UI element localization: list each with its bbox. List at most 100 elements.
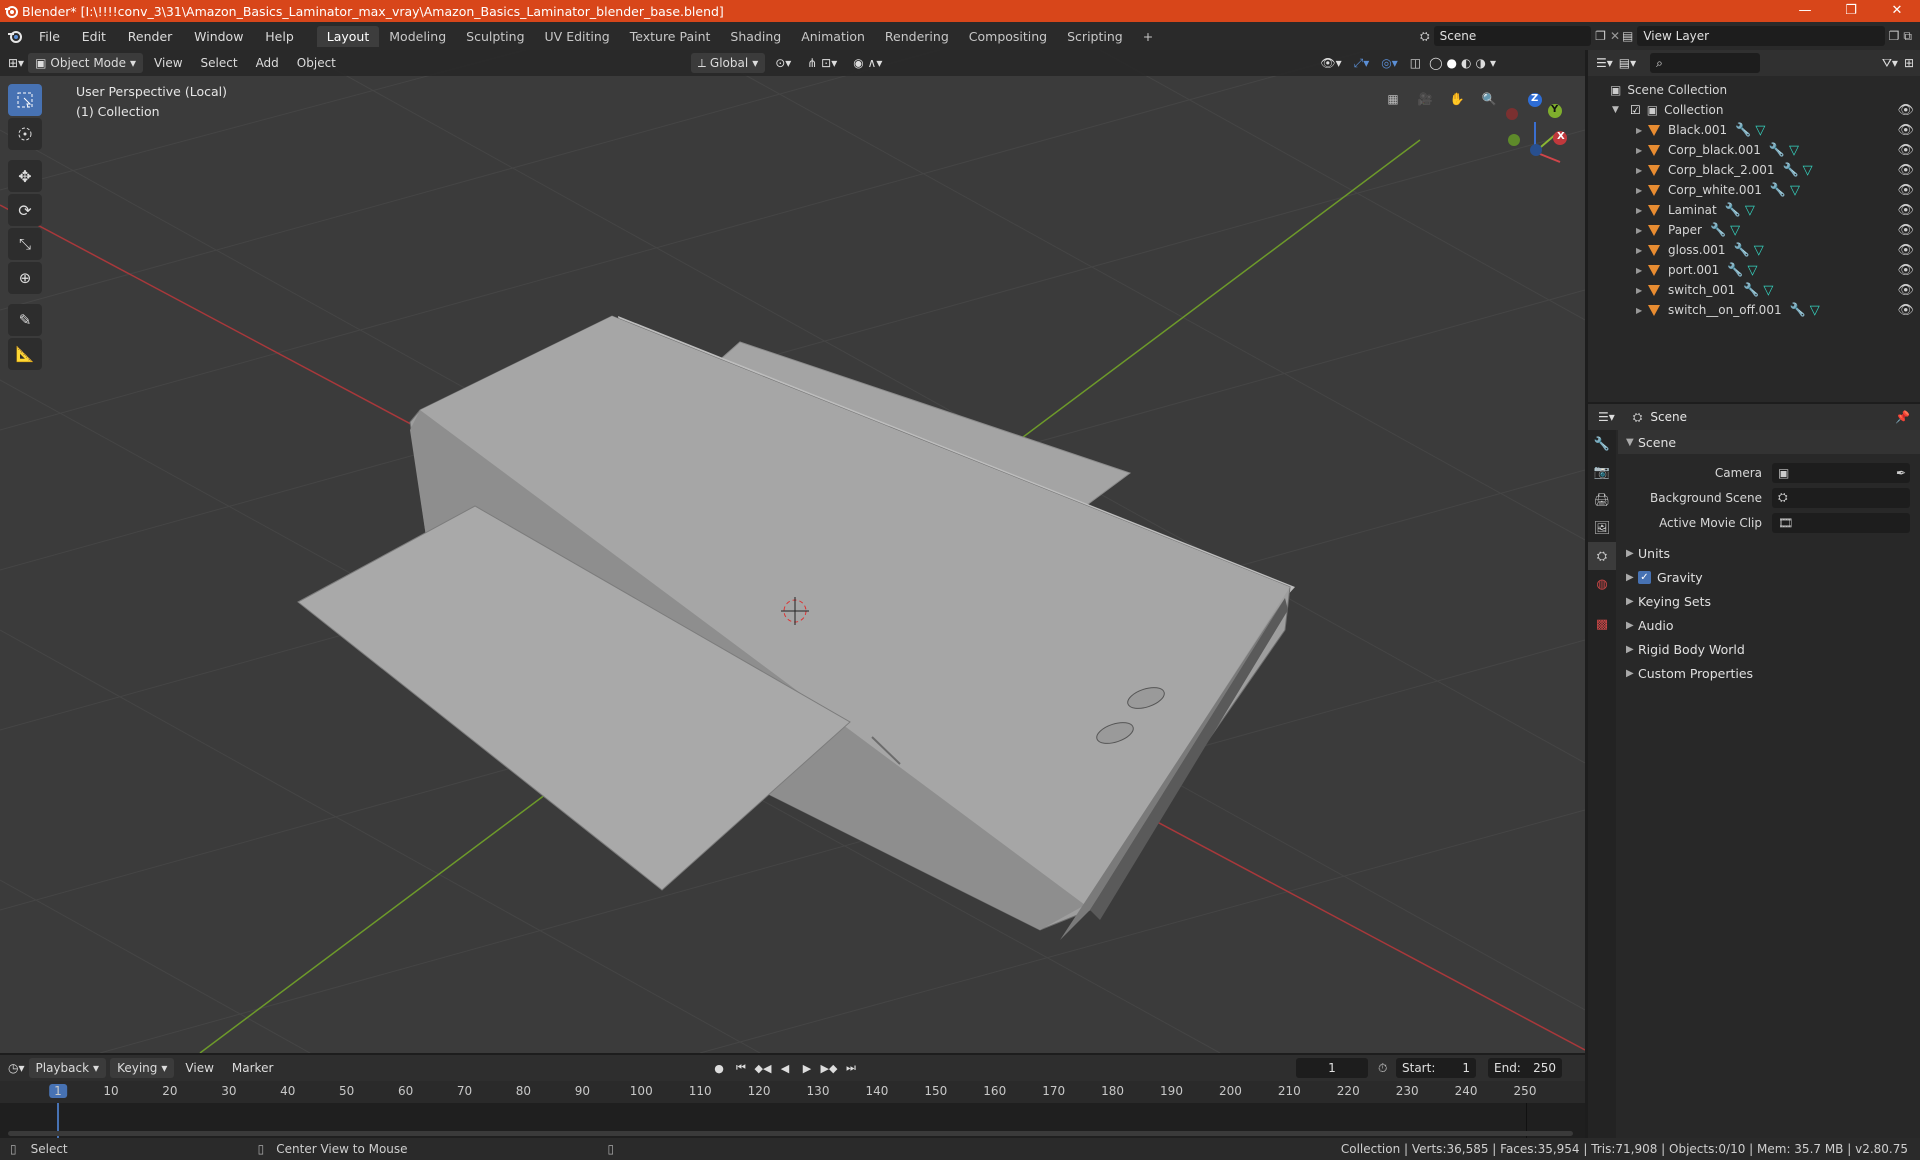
eye-icon[interactable]: 👁 bbox=[1897, 243, 1914, 258]
modifier-wrench-icon[interactable]: 🔧 bbox=[1734, 243, 1750, 258]
gravity-checkbox[interactable]: ✓ bbox=[1638, 570, 1651, 584]
close-button[interactable]: ✕ bbox=[1874, 0, 1920, 22]
mesh-data-icon[interactable]: ▽ bbox=[1790, 183, 1800, 198]
maximize-button[interactable]: ❐ bbox=[1828, 0, 1874, 22]
scene-collection-row[interactable]: ▣ Scene Collection bbox=[1588, 80, 1920, 100]
blender-menu-icon[interactable] bbox=[0, 28, 30, 44]
outliner-item[interactable]: ▶ switch_001 🔧 ▽ 👁 bbox=[1588, 280, 1920, 300]
expand-arrow-icon[interactable]: ▼ bbox=[1612, 105, 1624, 115]
eye-icon[interactable]: 👁 bbox=[1897, 263, 1914, 278]
frame-ruler[interactable]: 1 10 20 30 40 50 60 70 80 90 100 110 120 130 140 150 160… bbox=[0, 1081, 1585, 1103]
proportional-edit-icon[interactable]: ◉ ∧▾ bbox=[847, 56, 888, 70]
filter-icon[interactable]: ⛛▾ bbox=[1882, 56, 1898, 71]
timeline-track[interactable] bbox=[0, 1103, 1585, 1138]
timeline-editor-icon[interactable]: ◷▾ bbox=[8, 1061, 25, 1075]
modifier-wrench-icon[interactable]: 🔧 bbox=[1790, 303, 1806, 318]
view-layer-field[interactable]: View Layer bbox=[1637, 26, 1885, 46]
prev-keyframe-icon[interactable]: ◆◀ bbox=[754, 1059, 772, 1077]
play-icon[interactable]: ▶ bbox=[798, 1059, 816, 1077]
modifier-wrench-icon[interactable]: 🔧 bbox=[1735, 123, 1751, 138]
menu-add[interactable]: Add bbox=[249, 54, 286, 72]
expand-arrow-icon[interactable]: ▶ bbox=[1636, 246, 1648, 255]
scale-tool-icon[interactable]: ⤡ bbox=[8, 228, 42, 260]
pan-hand-icon[interactable]: ✋ bbox=[1444, 86, 1470, 112]
outliner-item[interactable]: ▶ Corp_black.001 🔧 ▽ 👁 bbox=[1588, 140, 1920, 160]
expand-arrow-icon[interactable]: ▶ bbox=[1636, 266, 1648, 275]
menu-edit[interactable]: Edit bbox=[73, 29, 115, 44]
laminator-model[interactable] bbox=[297, 315, 1295, 940]
tab-compositing[interactable]: Compositing bbox=[959, 26, 1057, 47]
toggle-ortho-icon[interactable]: ▦ bbox=[1380, 86, 1406, 112]
custom-properties-panel-header[interactable]: ▶ Custom Properties bbox=[1618, 661, 1920, 685]
output-props-icon[interactable]: 🖨 bbox=[1588, 486, 1616, 514]
eye-icon[interactable]: 👁 bbox=[1897, 283, 1914, 298]
mode-selector[interactable]: ▣ Object Mode ▾ bbox=[28, 53, 144, 73]
menu-file[interactable]: File bbox=[30, 29, 69, 44]
expand-arrow-icon[interactable]: ▶ bbox=[1636, 206, 1648, 215]
solid-shading-icon[interactable]: ● bbox=[1447, 56, 1457, 70]
modifier-wrench-icon[interactable]: 🔧 bbox=[1710, 223, 1726, 238]
eye-icon[interactable]: 👁 bbox=[1897, 143, 1914, 158]
new-view-layer-icon[interactable]: ❐ bbox=[1889, 29, 1900, 43]
mesh-data-icon[interactable]: ▽ bbox=[1754, 243, 1764, 258]
measure-tool-icon[interactable]: 📐 bbox=[8, 338, 42, 370]
pin-icon[interactable]: 📌 bbox=[1895, 410, 1910, 424]
render-props-icon[interactable]: 📷 bbox=[1588, 458, 1616, 486]
units-panel-header[interactable]: ▶ Units bbox=[1618, 541, 1920, 565]
mesh-data-icon[interactable]: ▽ bbox=[1763, 283, 1773, 298]
material-shading-icon[interactable]: ◐ bbox=[1461, 56, 1471, 70]
world-props-icon[interactable]: ◍ bbox=[1588, 570, 1616, 598]
outliner-search-input[interactable]: ⌕ bbox=[1650, 53, 1761, 73]
stopwatch-icon[interactable]: ⏱ bbox=[1378, 1061, 1387, 1076]
mesh-data-icon[interactable]: ▽ bbox=[1810, 303, 1820, 318]
eye-icon[interactable]: 👁 bbox=[1897, 203, 1914, 218]
outliner-editor-icon[interactable]: ☰▾ bbox=[1596, 56, 1613, 70]
outliner-item[interactable]: ▶ port.001 🔧 ▽ 👁 bbox=[1588, 260, 1920, 280]
menu-object[interactable]: Object bbox=[290, 54, 343, 72]
tab-rendering[interactable]: Rendering bbox=[875, 26, 959, 47]
current-frame-field[interactable]: 1 bbox=[1296, 1058, 1368, 1078]
checkbox-icon[interactable]: ☑ bbox=[1630, 103, 1641, 117]
menu-render[interactable]: Render bbox=[119, 29, 182, 44]
marker-menu[interactable]: Marker bbox=[225, 1059, 280, 1077]
expand-arrow-icon[interactable]: ▶ bbox=[1636, 226, 1648, 235]
gizmo-z-label[interactable]: Z bbox=[1531, 93, 1538, 104]
jump-start-icon[interactable]: ⏮ bbox=[732, 1059, 750, 1077]
outliner-item[interactable]: ▶ Laminat 🔧 ▽ 👁 bbox=[1588, 200, 1920, 220]
expand-arrow-icon[interactable]: ▶ bbox=[1636, 166, 1648, 175]
keying-menu[interactable]: Keying ▾ bbox=[110, 1058, 175, 1078]
annotate-tool-icon[interactable]: ✎ bbox=[8, 304, 42, 336]
tab-uv-editing[interactable]: UV Editing bbox=[535, 26, 620, 47]
snap-icon[interactable]: ⋔ ⊡▾ bbox=[801, 56, 843, 70]
mesh-data-icon[interactable]: ▽ bbox=[1730, 223, 1740, 238]
menu-view[interactable]: View bbox=[147, 54, 189, 72]
select-box-tool-icon[interactable] bbox=[8, 84, 42, 116]
start-frame-field[interactable]: Start: 1 bbox=[1396, 1058, 1476, 1078]
timeline-scrollbar[interactable] bbox=[8, 1131, 1573, 1136]
outliner-item[interactable]: ▶ Black.001 🔧 ▽ 👁 bbox=[1588, 120, 1920, 140]
scene-name-field[interactable]: Scene bbox=[1433, 26, 1592, 46]
expand-arrow-icon[interactable]: ▶ bbox=[1636, 146, 1648, 155]
gizmo-toggle-icon[interactable]: ⤢▾ bbox=[1350, 56, 1374, 71]
view-layer-icon[interactable]: ▤ bbox=[1622, 29, 1633, 43]
menu-select[interactable]: Select bbox=[194, 54, 245, 72]
transform-tool-icon[interactable]: ⊕ bbox=[8, 262, 42, 294]
eyedropper-icon[interactable]: ✒ bbox=[1896, 466, 1906, 480]
mesh-data-icon[interactable]: ▽ bbox=[1755, 123, 1765, 138]
gravity-panel-header[interactable]: ▶ ✓ Gravity bbox=[1618, 565, 1920, 589]
end-frame-field[interactable]: End: 250 bbox=[1488, 1058, 1562, 1078]
eye-icon[interactable]: 👁 bbox=[1897, 103, 1914, 118]
shading-options-icon[interactable]: ▾ bbox=[1490, 56, 1496, 70]
background-scene-field[interactable]: ⛭ bbox=[1772, 487, 1910, 508]
record-icon[interactable]: ● bbox=[710, 1059, 728, 1077]
rigid-body-world-panel-header[interactable]: ▶ Rigid Body World bbox=[1618, 637, 1920, 661]
outliner-item[interactable]: ▶ switch__on_off.001 🔧 ▽ 👁 bbox=[1588, 300, 1920, 320]
outliner-item[interactable]: ▶ gloss.001 🔧 ▽ 👁 bbox=[1588, 240, 1920, 260]
rendered-shading-icon[interactable]: ◑ bbox=[1475, 56, 1485, 70]
tab-sculpting[interactable]: Sculpting bbox=[456, 26, 534, 47]
menu-window[interactable]: Window bbox=[185, 29, 252, 44]
rotate-tool-icon[interactable]: ⟳ bbox=[8, 194, 42, 226]
modifier-wrench-icon[interactable]: 🔧 bbox=[1770, 183, 1786, 198]
tab-texture-paint[interactable]: Texture Paint bbox=[620, 26, 721, 47]
collection-row[interactable]: ▼ ☑ ▣ Collection 👁 bbox=[1588, 100, 1920, 120]
